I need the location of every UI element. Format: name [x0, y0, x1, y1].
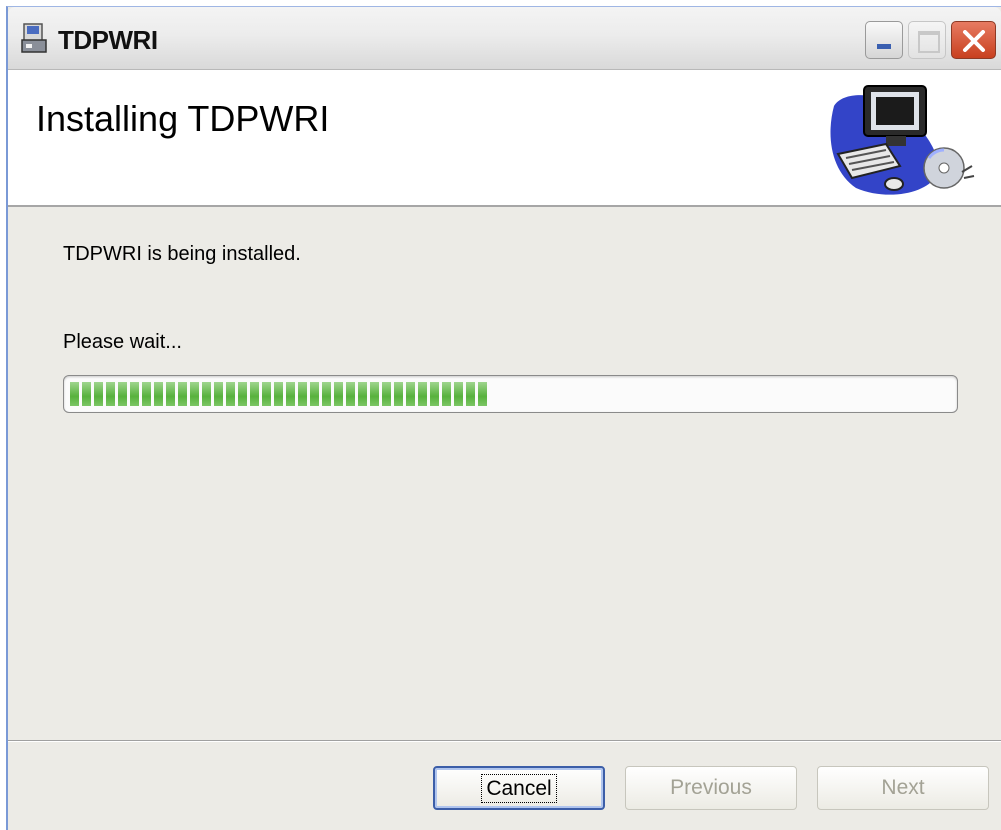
progress-segment	[370, 382, 379, 406]
progress-segment	[118, 382, 127, 406]
progress-segment	[166, 382, 175, 406]
previous-button-label: Previous	[670, 776, 752, 799]
progress-segment	[430, 382, 439, 406]
install-progress-bar	[63, 375, 958, 413]
title-bar[interactable]: TDPWRI	[8, 7, 1001, 70]
progress-segment	[358, 382, 367, 406]
progress-segment	[130, 382, 139, 406]
close-button[interactable]	[951, 21, 996, 59]
header-banner: Installing TDPWRI	[8, 70, 1001, 207]
maximize-icon	[918, 31, 940, 53]
progress-fill	[70, 382, 487, 406]
progress-segment	[202, 382, 211, 406]
progress-segment	[274, 382, 283, 406]
progress-segment	[442, 382, 451, 406]
progress-segment	[250, 382, 259, 406]
minimize-button[interactable]	[865, 21, 903, 59]
progress-segment	[454, 382, 463, 406]
progress-segment	[262, 382, 271, 406]
cancel-button[interactable]: Cancel	[433, 766, 605, 810]
next-button: Next	[817, 766, 989, 810]
progress-segment	[334, 382, 343, 406]
installer-window: TDPWRI Installing TDPWRI TDPWRI is being…	[6, 6, 1001, 830]
previous-button: Previous	[625, 766, 797, 810]
progress-segment	[382, 382, 391, 406]
window-title: TDPWRI	[58, 25, 158, 55]
progress-segment	[190, 382, 199, 406]
progress-segment	[178, 382, 187, 406]
progress-segment	[466, 382, 475, 406]
please-wait-text: Please wait...	[63, 331, 182, 353]
footer-separator	[8, 740, 1001, 742]
maximize-button	[908, 21, 946, 59]
progress-segment	[418, 382, 427, 406]
progress-segment	[94, 382, 103, 406]
progress-segment	[478, 382, 487, 406]
installer-app-icon	[21, 23, 47, 53]
close-icon	[963, 30, 985, 52]
progress-segment	[226, 382, 235, 406]
cancel-button-label: Cancel	[481, 774, 557, 803]
page-title: Installing TDPWRI	[36, 98, 330, 139]
progress-segment	[346, 382, 355, 406]
progress-segment	[70, 382, 79, 406]
progress-segment	[322, 382, 331, 406]
progress-segment	[298, 382, 307, 406]
progress-segment	[154, 382, 163, 406]
progress-segment	[106, 382, 115, 406]
progress-segment	[214, 382, 223, 406]
computer-cd-clipart-icon	[830, 85, 975, 195]
minimize-icon	[877, 44, 891, 49]
next-button-label: Next	[881, 776, 925, 799]
progress-segment	[142, 382, 151, 406]
progress-segment	[406, 382, 415, 406]
progress-segment	[310, 382, 319, 406]
progress-segment	[394, 382, 403, 406]
progress-segment	[82, 382, 91, 406]
install-status-text: TDPWRI is being installed.	[63, 243, 301, 265]
progress-segment	[286, 382, 295, 406]
progress-segment	[238, 382, 247, 406]
